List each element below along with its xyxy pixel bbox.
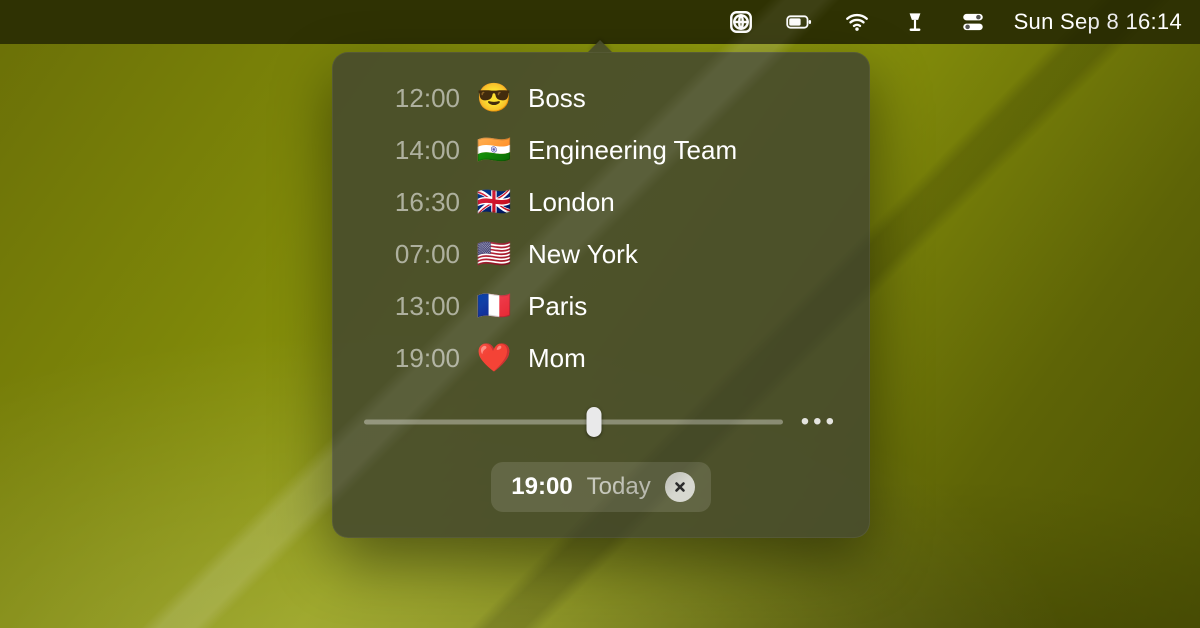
timezone-row[interactable]: 14:00 🇮🇳 Engineering Team — [362, 130, 840, 170]
wifi-icon[interactable] — [840, 5, 874, 39]
timezone-time: 14:00 — [368, 135, 460, 166]
world-clock-menubar-icon[interactable] — [724, 5, 758, 39]
timezone-row[interactable]: 07:00 🇺🇸 New York — [362, 234, 840, 274]
timezone-time: 19:00 — [368, 343, 460, 374]
menubar-datetime[interactable]: Sun Sep 8 16:14 — [1014, 9, 1182, 35]
india-flag-icon: 🇮🇳 — [476, 136, 512, 164]
selected-time: 19:00 — [511, 473, 572, 501]
timezone-time: 12:00 — [368, 83, 460, 114]
selected-time-pill[interactable]: 19:00 Today — [491, 462, 710, 512]
timezone-row[interactable]: 19:00 ❤️ Mom — [362, 338, 840, 378]
timezone-time: 07:00 — [368, 239, 460, 270]
world-clock-popover: 12:00 😎 Boss 14:00 🇮🇳 Engineering Team 1… — [332, 52, 870, 538]
timezone-row[interactable]: 12:00 😎 Boss — [362, 78, 840, 118]
timezone-time: 16:30 — [368, 187, 460, 218]
france-flag-icon: 🇫🇷 — [476, 292, 512, 320]
us-flag-icon: 🇺🇸 — [476, 240, 512, 268]
timezone-label: Mom — [528, 343, 586, 374]
timezone-row[interactable]: 13:00 🇫🇷 Paris — [362, 286, 840, 326]
timezone-label: London — [528, 187, 615, 218]
control-center-icon[interactable] — [956, 5, 990, 39]
menubar: Sun Sep 8 16:14 — [0, 0, 1200, 44]
battery-icon[interactable] — [782, 5, 816, 39]
more-options-icon[interactable]: ••• — [801, 410, 838, 434]
selected-time-wrap: 19:00 Today — [360, 462, 842, 512]
sunglasses-emoji-icon: 😎 — [476, 84, 512, 112]
time-offset-slider[interactable] — [364, 408, 783, 436]
desktop-wallpaper: Sun Sep 8 16:14 12:00 😎 Boss 14:00 🇮🇳 En… — [0, 0, 1200, 628]
timezone-label: Paris — [528, 291, 587, 322]
clear-selected-time-button[interactable] — [665, 472, 695, 502]
heart-emoji-icon: ❤️ — [476, 344, 512, 372]
time-slider-row: ••• — [360, 408, 842, 436]
timezone-label: New York — [528, 239, 638, 270]
timezone-label: Engineering Team — [528, 135, 737, 166]
slider-thumb[interactable] — [587, 407, 602, 437]
timezone-label: Boss — [528, 83, 586, 114]
timezone-row[interactable]: 16:30 🇬🇧 London — [362, 182, 840, 222]
timezone-time: 13:00 — [368, 291, 460, 322]
uk-flag-icon: 🇬🇧 — [476, 188, 512, 216]
slider-track — [364, 420, 783, 425]
timezone-list: 12:00 😎 Boss 14:00 🇮🇳 Engineering Team 1… — [360, 74, 842, 384]
desk-lamp-icon[interactable] — [898, 5, 932, 39]
selected-day: Today — [587, 473, 651, 501]
